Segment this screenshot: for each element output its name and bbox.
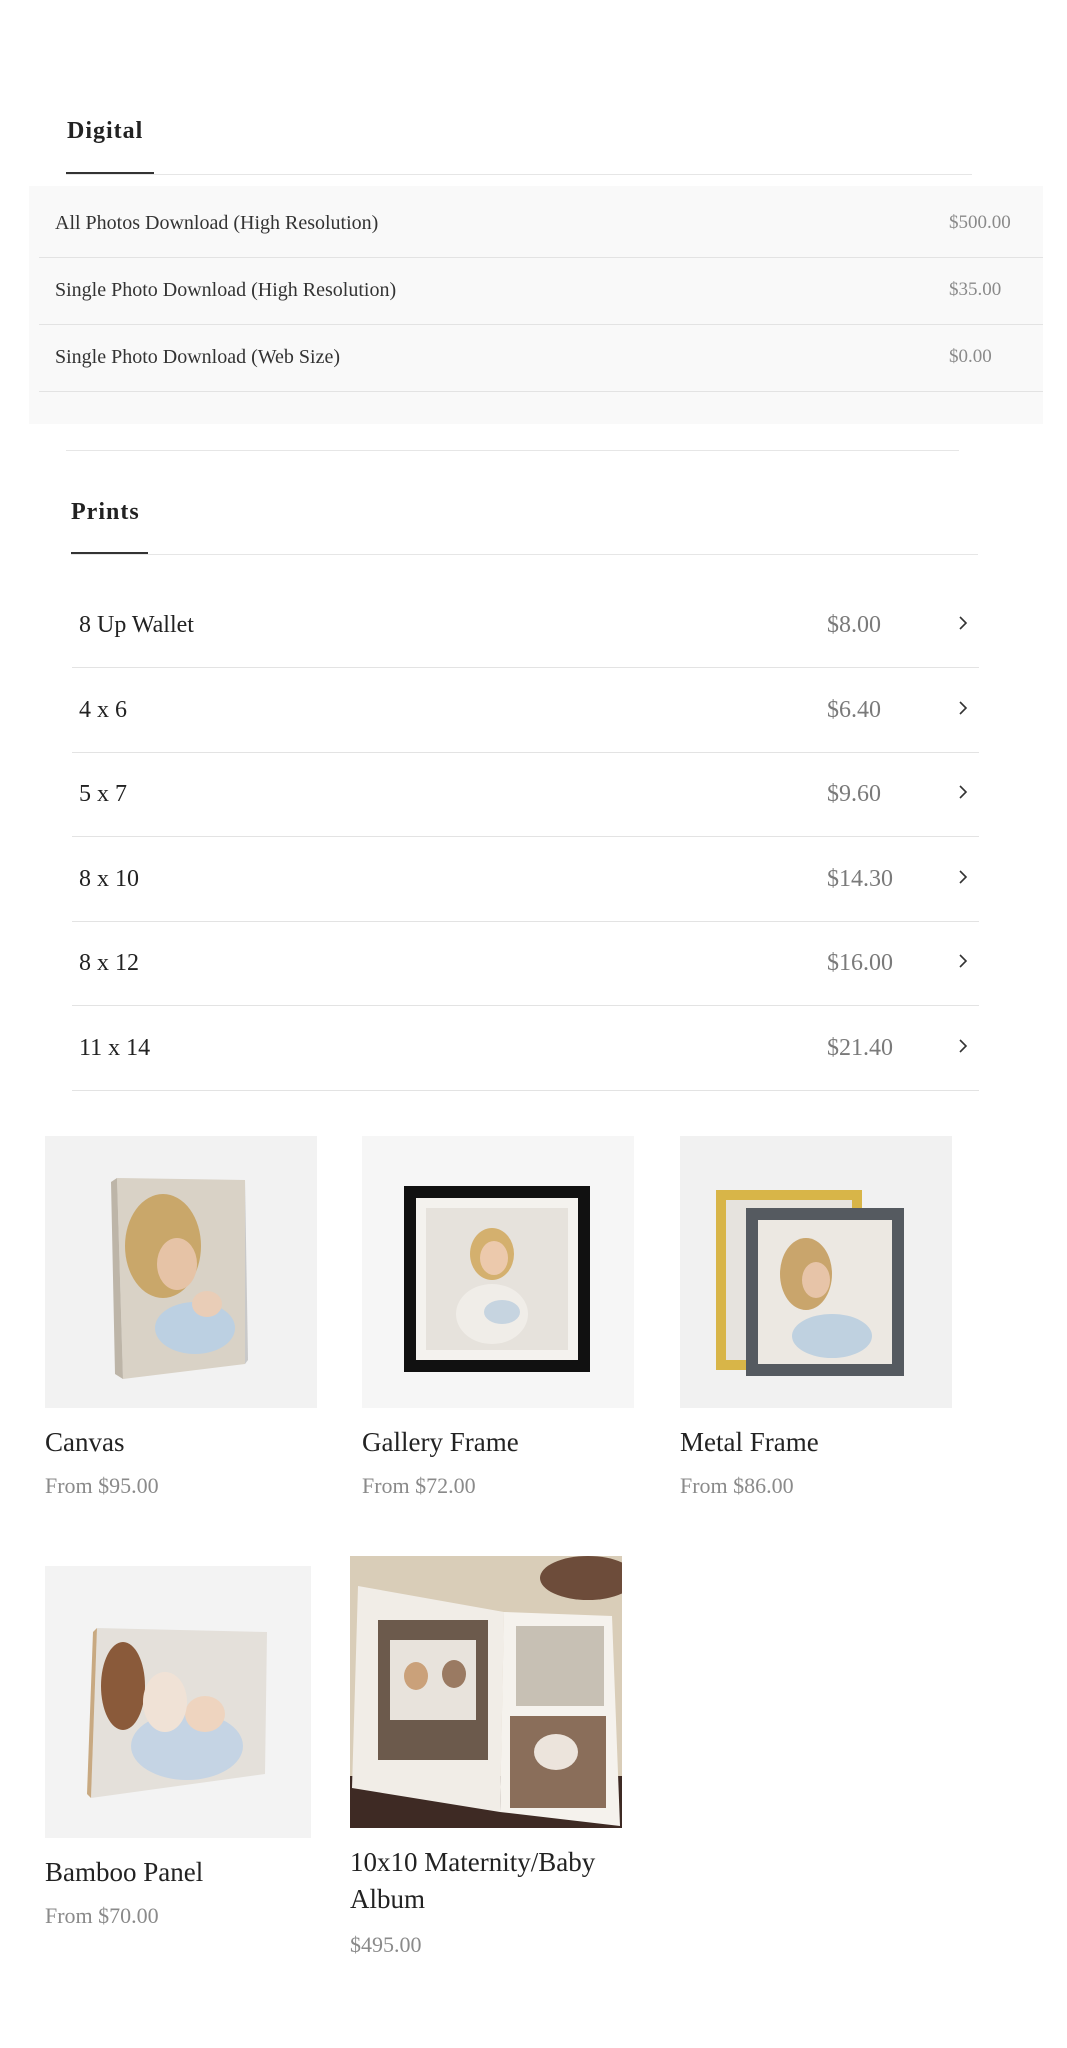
product-name: Gallery Frame: [362, 1427, 519, 1457]
bamboo-panel-photo-icon[interactable]: [45, 1566, 311, 1838]
chevron-right-icon: [959, 616, 968, 630]
product-name: 10x10 Maternity/Baby Album: [350, 1847, 596, 1914]
product-card-bamboo-panel[interactable]: Bamboo Panel From $70.00: [45, 1566, 311, 1946]
digital-item-row[interactable]: All Photos Download (High Resolution) $5…: [39, 190, 1043, 258]
print-item-name: 11 x 14: [79, 1035, 151, 1061]
print-item-name: 8 x 10: [79, 866, 139, 892]
product-price: From $72.00: [362, 1473, 476, 1498]
product-card-canvas[interactable]: Canvas From $95.00: [45, 1136, 317, 1516]
print-item-name: 5 x 7: [79, 781, 127, 807]
print-item-row[interactable]: 8 x 10 $14.30: [72, 836, 979, 922]
product-price: $495.00: [350, 1932, 422, 1957]
metal-frame-photo-icon[interactable]: [680, 1136, 952, 1408]
print-item-name: 8 x 12: [79, 950, 139, 976]
digital-items-panel: All Photos Download (High Resolution) $5…: [29, 186, 1043, 424]
print-item-price: $6.40: [827, 697, 881, 723]
print-item-price: $16.00: [827, 950, 893, 976]
album-photo-icon[interactable]: [350, 1556, 622, 1828]
chevron-right-icon: [959, 785, 968, 799]
canvas-photo-icon[interactable]: [45, 1136, 317, 1408]
tab-prints[interactable]: Prints: [71, 499, 140, 526]
print-item-row[interactable]: 5 x 7 $9.60: [72, 751, 979, 837]
print-item-row[interactable]: 8 Up Wallet $8.00: [72, 582, 979, 668]
print-item-price: $14.30: [827, 866, 893, 892]
tab-digital[interactable]: Digital: [67, 118, 143, 145]
digital-item-price: $35.00: [949, 279, 1002, 300]
digital-item-price: $500.00: [949, 212, 1011, 233]
digital-item-name: All Photos Download (High Resolution): [55, 212, 379, 234]
product-price: From $95.00: [45, 1473, 159, 1498]
product-card-metal-frame[interactable]: Metal Frame From $86.00: [680, 1136, 952, 1516]
digital-item-name: Single Photo Download (High Resolution): [55, 279, 397, 301]
product-card-gallery-frame[interactable]: Gallery Frame From $72.00: [362, 1136, 634, 1516]
chevron-right-icon: [959, 701, 968, 715]
product-name: Bamboo Panel: [45, 1857, 204, 1887]
digital-header-divider: [66, 174, 972, 175]
gallery-frame-photo-icon[interactable]: [362, 1136, 634, 1408]
digital-item-price: $0.00: [949, 346, 992, 367]
prints-header-divider: [71, 554, 978, 555]
product-price: From $70.00: [45, 1903, 159, 1928]
digital-item-row[interactable]: Single Photo Download (Web Size) $0.00: [39, 324, 1043, 392]
print-item-name: 8 Up Wallet: [79, 612, 194, 638]
print-item-price: $8.00: [827, 612, 881, 638]
print-item-row[interactable]: 4 x 6 $6.40: [72, 667, 979, 753]
chevron-right-icon: [959, 1039, 968, 1053]
product-name: Canvas: [45, 1427, 125, 1457]
print-item-price: $9.60: [827, 781, 881, 807]
digital-item-name: Single Photo Download (Web Size): [55, 346, 341, 368]
product-card-album[interactable]: 10x10 Maternity/Baby Album $495.00: [350, 1556, 622, 1976]
product-name: Metal Frame: [680, 1427, 819, 1457]
section-divider: [66, 450, 959, 451]
product-price: From $86.00: [680, 1473, 794, 1498]
chevron-right-icon: [959, 870, 968, 884]
print-item-price: $21.40: [827, 1035, 893, 1061]
digital-item-row[interactable]: Single Photo Download (High Resolution) …: [39, 257, 1043, 325]
print-item-row[interactable]: 8 x 12 $16.00: [72, 920, 979, 1006]
chevron-right-icon: [959, 954, 968, 968]
print-item-row[interactable]: 11 x 14 $21.40: [72, 1005, 979, 1091]
print-item-name: 4 x 6: [79, 697, 127, 723]
